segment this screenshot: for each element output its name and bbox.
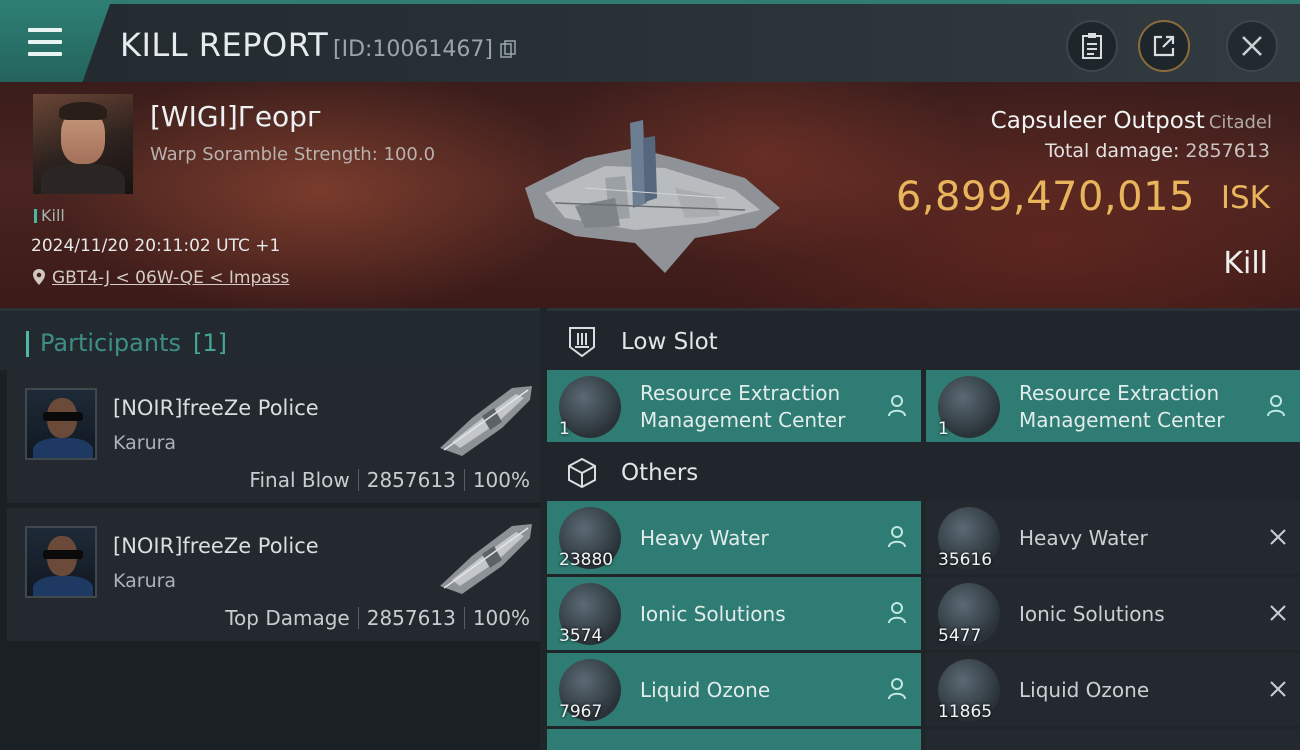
item-quantity: 3574 xyxy=(559,626,603,646)
participant-name[interactable]: [NOIR]freeZe Police xyxy=(113,396,319,420)
participant-stats: Top Damage 2857613 100% xyxy=(225,606,530,630)
item-name-line1: Resource Extraction xyxy=(640,381,841,405)
participant-damage: 2857613 xyxy=(366,468,456,492)
item-name: Ionic Solutions xyxy=(1019,602,1165,626)
cargo-item[interactable] xyxy=(547,729,921,750)
person-icon xyxy=(888,678,906,700)
destroyed-icon xyxy=(1270,681,1286,697)
participant-percent: 100% xyxy=(472,468,530,492)
participants-title: Participants [1] xyxy=(26,329,227,357)
isk-unit: ISK xyxy=(1220,180,1270,216)
item-name: Heavy Water xyxy=(640,526,769,550)
cargo-item[interactable]: 23880 Heavy Water xyxy=(547,501,921,574)
participant-damage: 2857613 xyxy=(366,606,456,630)
location-link[interactable]: GBT4-J < 06W-QE < Impass xyxy=(52,268,289,288)
copy-icon[interactable] xyxy=(500,40,516,58)
participant-avatar[interactable] xyxy=(25,526,97,598)
item-name: Resource Extraction Management Center xyxy=(1019,380,1224,434)
cargo-item[interactable] xyxy=(926,729,1300,750)
warp-scramble-strength: Warp Soramble Strength: 100.0 xyxy=(150,144,436,165)
share-icon xyxy=(1153,35,1175,57)
participant-role: Final Blow xyxy=(249,468,350,492)
low-slot-icon xyxy=(569,327,595,358)
clipboard-icon xyxy=(1082,33,1102,59)
menu-icon xyxy=(28,28,62,56)
victim-portrait[interactable] xyxy=(33,94,133,194)
participant-stats: Final Blow 2857613 100% xyxy=(249,468,530,492)
person-icon xyxy=(888,526,906,548)
victim-name[interactable]: [WIGI]Георг xyxy=(150,100,322,133)
participant-name[interactable]: [NOIR]freeZe Police xyxy=(113,534,319,558)
destroyed-icon xyxy=(1270,605,1286,621)
cargo-item[interactable]: 5477 Ionic Solutions xyxy=(926,577,1300,650)
item-quantity: 11865 xyxy=(938,702,993,722)
item-name: Liquid Ozone xyxy=(640,678,771,702)
item-name-line2: Management Center xyxy=(1019,408,1225,432)
fitting-panel: Low Slot 1 Resource Extraction Managemen… xyxy=(540,308,1300,750)
cargo-item[interactable]: 11865 Liquid Ozone xyxy=(926,653,1300,726)
destroyed-icon xyxy=(1270,529,1286,545)
total-damage-label: Total damage: xyxy=(1044,140,1180,162)
cargo-item[interactable]: 7967 Liquid Ozone xyxy=(547,653,921,726)
item-quantity: 7967 xyxy=(559,702,603,722)
participants-count: [1] xyxy=(192,329,227,357)
result-label: Kill xyxy=(1223,246,1268,281)
clipboard-button[interactable] xyxy=(1066,20,1118,72)
item-name: Ionic Solutions xyxy=(640,602,786,626)
structure-class: Citadel xyxy=(1208,112,1272,133)
page-title: KILL REPORT xyxy=(120,26,329,64)
cube-icon xyxy=(568,457,596,489)
item-name: Heavy Water xyxy=(1019,526,1148,550)
ship-image[interactable] xyxy=(432,516,537,598)
item-quantity: 1 xyxy=(559,419,570,439)
participants-label: Participants xyxy=(40,329,181,357)
low-slot-title: Low Slot xyxy=(621,329,718,355)
low-slot-item[interactable]: 1 Resource Extraction Management Center xyxy=(547,370,921,443)
others-header: Others xyxy=(547,442,1300,504)
item-quantity: 1 xyxy=(938,419,949,439)
report-id: [ID:10061467] xyxy=(333,37,493,62)
item-quantity: 35616 xyxy=(938,550,993,570)
location-pin-icon xyxy=(33,269,45,285)
person-icon xyxy=(888,602,906,624)
cargo-item[interactable]: 35616 Heavy Water xyxy=(926,501,1300,574)
others-title: Others xyxy=(621,460,699,486)
participant-avatar[interactable] xyxy=(25,388,97,460)
structure-image xyxy=(525,120,780,273)
item-quantity: 5477 xyxy=(938,626,982,646)
participant-row[interactable]: [NOIR]freeZe Police Karura Top Damage 285… xyxy=(7,508,540,641)
item-name: Resource Extraction Management Center xyxy=(640,380,845,434)
kill-banner: [WIGI]Георг Warp Soramble Strength: 100.… xyxy=(0,82,1300,308)
item-name-line2: Management Center xyxy=(640,408,846,432)
item-name-line1: Resource Extraction xyxy=(1019,381,1220,405)
isk-value: 6,899,470,015 xyxy=(895,174,1195,220)
person-icon xyxy=(1267,395,1285,417)
total-damage-value: 2857613 xyxy=(1185,140,1270,162)
kill-tag: Kill xyxy=(34,206,65,225)
participant-row[interactable]: [NOIR]freeZe Police Karura Final Blow 285… xyxy=(7,370,540,503)
participant-ship: Karura xyxy=(113,570,177,592)
share-button[interactable] xyxy=(1138,20,1190,72)
structure-type: Capsuleer Outpost xyxy=(990,108,1205,134)
structure-name: Capsuleer Outpost Citadel xyxy=(991,108,1272,134)
participants-header: Participants [1] xyxy=(0,308,540,370)
low-slot-item[interactable]: 1 Resource Extraction Management Center xyxy=(926,370,1300,443)
total-damage: Total damage: 2857613 xyxy=(1045,140,1270,162)
participants-panel: Participants [1] [NOIR]freeZe Police Karu… xyxy=(0,308,540,750)
participant-percent: 100% xyxy=(472,606,530,630)
top-bar: KILL REPORT [ID:10061467] xyxy=(0,0,1300,82)
menu-button[interactable] xyxy=(0,4,110,82)
participant-role: Top Damage xyxy=(225,606,350,630)
close-button[interactable] xyxy=(1226,20,1278,72)
cargo-item[interactable]: 3574 Ionic Solutions xyxy=(547,577,921,650)
close-icon xyxy=(1242,36,1262,56)
kill-timestamp: 2024/11/20 20:11:02 UTC +1 xyxy=(31,236,281,256)
ship-image[interactable] xyxy=(432,378,537,460)
kill-location[interactable]: GBT4-J < 06W-QE < Impass xyxy=(32,268,289,288)
item-quantity: 23880 xyxy=(559,550,614,570)
participant-ship: Karura xyxy=(113,432,177,454)
low-slot-header: Low Slot xyxy=(547,308,1300,370)
item-name: Liquid Ozone xyxy=(1019,678,1150,702)
person-icon xyxy=(888,395,906,417)
